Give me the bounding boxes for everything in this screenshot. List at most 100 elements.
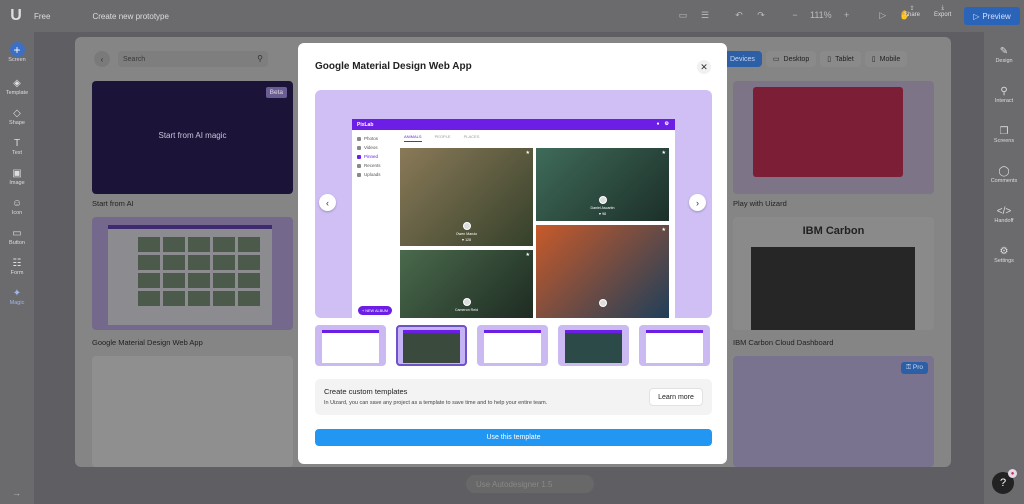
tool-screen[interactable]: + Screen xyxy=(0,42,34,63)
panel-interact[interactable]: ⚲ Interact xyxy=(984,86,1024,104)
tool-shape[interactable]: ◇ Shape xyxy=(0,108,34,126)
toolbar-icons: ▭ ☰ ↶ ↷ − 111% + ▷ ✋ xyxy=(676,8,912,22)
settings-icon: ⚙ xyxy=(664,121,669,127)
list-view-icon[interactable]: ☰ xyxy=(698,8,712,22)
expand-arrow-icon[interactable]: → xyxy=(12,488,21,498)
export-button[interactable]: ⤓ Export xyxy=(934,5,951,18)
panel-screens[interactable]: ❐ Screens xyxy=(984,126,1024,144)
template-card-wireframe[interactable] xyxy=(92,356,293,467)
preview-button[interactable]: ▷ Preview xyxy=(964,7,1020,25)
template-modal: Google Material Design Web App ✕ PixLab … xyxy=(298,43,727,464)
tool-text[interactable]: T Text xyxy=(0,138,34,156)
panel-design[interactable]: ✎ Design xyxy=(984,46,1024,64)
desktop-view-icon[interactable]: ▭ xyxy=(676,8,690,22)
back-arrow-icon[interactable]: ‹ xyxy=(94,51,110,67)
autodesigner-input[interactable]: Use Autodesigner 1.5 xyxy=(466,475,594,493)
thumbnail[interactable] xyxy=(315,325,386,366)
shape-icon: ◇ xyxy=(13,108,21,119)
template-card-pro[interactable]: ⚿ Pro xyxy=(733,356,934,467)
prev-slide-button[interactable]: ‹ xyxy=(319,194,336,211)
card-label-ibm-carbon: IBM Carbon Cloud Dashboard xyxy=(733,338,834,347)
interact-icon: ⚲ xyxy=(1000,86,1008,97)
use-template-button[interactable]: Use this template xyxy=(315,429,712,446)
play-icon: ▷ xyxy=(973,11,980,21)
tool-form[interactable]: ☷ Form xyxy=(0,258,34,276)
thumbnail[interactable] xyxy=(558,325,629,366)
tool-icon[interactable]: ☺ Icon xyxy=(0,198,34,216)
star-icon: ★ xyxy=(661,150,666,156)
left-toolbar: + Screen ◈ Template ◇ Shape T Text ▣ Ima… xyxy=(0,32,34,504)
thumbnail[interactable] xyxy=(639,325,710,366)
code-icon: </> xyxy=(996,206,1012,217)
panel-comments[interactable]: ◯ Comments xyxy=(984,166,1024,184)
chevron-right-icon: › xyxy=(696,197,699,208)
device-tabs: Devices ▭ Desktop ▯ Tablet ▯ Mobile xyxy=(723,51,908,67)
lock-icon: ⚿ xyxy=(906,364,913,371)
tab-desktop[interactable]: ▭ Desktop xyxy=(765,51,817,67)
plan-label: Free xyxy=(34,11,51,21)
tool-template[interactable]: ◈ Template xyxy=(0,78,34,96)
thumbnail[interactable] xyxy=(477,325,548,366)
star-icon: ★ xyxy=(525,252,530,258)
ai-card-text: Start from AI magic xyxy=(158,131,227,140)
modal-title: Google Material Design Web App xyxy=(315,61,472,72)
preview-side-item: Uploads xyxy=(357,172,381,177)
panel-handoff[interactable]: </> Handoff xyxy=(984,206,1024,224)
redo-icon[interactable]: ↷ xyxy=(754,8,768,22)
beta-badge: Beta xyxy=(265,87,287,98)
share-button[interactable]: ⇪ Share xyxy=(904,5,920,18)
star-icon: ★ xyxy=(661,227,666,233)
tab-tablet[interactable]: ▯ Tablet xyxy=(820,51,861,67)
text-icon: T xyxy=(13,138,21,149)
smiley-icon: ☺ xyxy=(11,198,23,209)
preview-app: PixLab ● ⚙ Photos Videos Pinned Recents … xyxy=(352,119,675,318)
project-title[interactable]: Create new prototype xyxy=(92,12,169,21)
tab-devices[interactable]: Devices xyxy=(723,51,762,67)
preview-new-album: + NEW ALBUM xyxy=(358,306,392,315)
search-icon: ⚲ xyxy=(257,54,263,63)
desktop-icon: ▭ xyxy=(772,56,780,63)
button-icon: ▭ xyxy=(12,228,22,239)
preview-photo: ★ Cameron Reid xyxy=(400,250,533,318)
template-card-ibm-carbon[interactable]: IBM Carbon xyxy=(733,217,934,330)
zoom-out-icon[interactable]: − xyxy=(788,8,802,22)
tool-magic[interactable]: ✦ Magic xyxy=(0,288,34,306)
form-icon: ☷ xyxy=(12,258,22,269)
card-label-google-material: Google Material Design Web App xyxy=(92,338,203,347)
preview-side-item: Recents xyxy=(357,163,381,168)
add-screen-icon: + xyxy=(9,42,25,57)
close-icon[interactable]: ✕ xyxy=(697,60,711,74)
play-icon[interactable]: ▷ xyxy=(876,8,890,22)
next-slide-button[interactable]: › xyxy=(689,194,706,211)
uizard-logo[interactable]: U xyxy=(0,0,32,32)
preview-tabs: ANIMALS PEOPLE PLACES xyxy=(404,134,479,142)
preview-sidebar: Photos Videos Pinned Recents Uploads + N… xyxy=(352,130,395,318)
undo-icon[interactable]: ↶ xyxy=(732,8,746,22)
template-icon: ◈ xyxy=(13,78,21,89)
preview-thumbnails xyxy=(315,324,712,367)
tab-mobile[interactable]: ▯ Mobile xyxy=(864,51,908,67)
zoom-level[interactable]: 111% xyxy=(810,8,832,22)
template-preview: PixLab ● ⚙ Photos Videos Pinned Recents … xyxy=(315,90,712,318)
magic-icon: ✦ xyxy=(12,288,22,299)
thumbnail[interactable] xyxy=(396,325,467,366)
search-input[interactable]: Search ⚲ xyxy=(118,51,268,67)
tool-button[interactable]: ▭ Button xyxy=(0,228,34,246)
learn-more-button[interactable]: Learn more xyxy=(649,388,703,406)
template-card-play-uizard[interactable] xyxy=(733,81,934,194)
mobile-icon: ▯ xyxy=(871,56,876,63)
panel-settings[interactable]: ⚙ Settings xyxy=(984,246,1024,264)
template-card-ai[interactable]: Start from AI magic Beta xyxy=(92,81,293,194)
star-icon: ★ xyxy=(525,150,530,156)
top-bar: U Free Create new prototype ▭ ☰ ↶ ↷ − 11… xyxy=(0,0,1024,32)
tool-image[interactable]: ▣ Image xyxy=(0,168,34,186)
preview-photo: ★ Owen Marulo ♥ 128 xyxy=(400,148,533,246)
preview-photo: ★ Daniel Ascartin ♥ 98 xyxy=(536,148,669,221)
download-icon: ⤓ xyxy=(941,5,944,11)
notification-dot: ● xyxy=(1008,469,1017,478)
preview-side-item: Pinned xyxy=(357,154,378,159)
image-icon: ▣ xyxy=(12,168,22,179)
zoom-in-icon[interactable]: + xyxy=(840,8,854,22)
right-toolbar: ✎ Design ⚲ Interact ❐ Screens ◯ Comments… xyxy=(984,32,1024,504)
template-card-google-material[interactable] xyxy=(92,217,293,330)
